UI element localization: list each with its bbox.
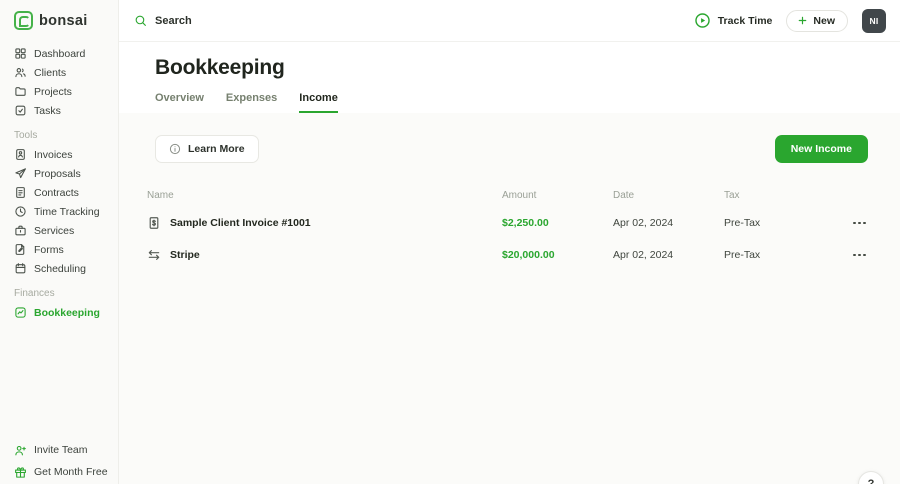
column-header-name: Name bbox=[147, 190, 174, 201]
table-row[interactable]: Stripe $20,000.00 Apr 02, 2024 Pre-Tax bbox=[147, 239, 868, 271]
sidebar-item-label: Clients bbox=[34, 66, 67, 79]
bonsai-logo[interactable]: bonsai bbox=[14, 11, 112, 30]
invoice-badge-icon bbox=[16, 149, 25, 160]
folder-icon bbox=[15, 87, 26, 96]
track-time-button[interactable]: Track Time bbox=[694, 12, 773, 29]
plus-icon bbox=[799, 16, 807, 25]
row-menu-icon[interactable] bbox=[851, 218, 868, 229]
table-header-row: Name Amount Date Tax bbox=[147, 184, 868, 207]
bonsai-logo-icon bbox=[14, 11, 33, 30]
tab-bar: Overview Expenses Income bbox=[155, 92, 864, 113]
sidebar-item-label: Bookkeeping bbox=[34, 306, 100, 319]
form-page-icon bbox=[15, 244, 25, 255]
sidebar-item-projects[interactable]: Projects bbox=[14, 82, 112, 101]
income-panel: Learn More New Income Name Amount Date T… bbox=[119, 113, 900, 484]
search-icon bbox=[135, 15, 146, 26]
invoice-document-icon bbox=[149, 217, 159, 229]
calendar-icon bbox=[15, 263, 26, 274]
main-area: Search Track Time New NI Bookkeeping Ove… bbox=[119, 0, 900, 484]
sidebar-item-label: Invite Team bbox=[34, 444, 88, 456]
topbar: Search Track Time New NI bbox=[119, 0, 900, 42]
page-title: Bookkeeping bbox=[155, 56, 285, 79]
briefcase-icon bbox=[15, 225, 26, 236]
paper-plane-icon bbox=[15, 168, 26, 179]
new-button-label: New bbox=[813, 14, 835, 27]
sidebar-item-tasks[interactable]: Tasks bbox=[14, 101, 112, 120]
column-header-tax: Tax bbox=[724, 190, 740, 201]
transfer-arrows-icon bbox=[148, 250, 160, 260]
check-square-icon bbox=[15, 105, 26, 116]
income-date: Apr 02, 2024 bbox=[613, 249, 674, 261]
learn-more-label: Learn More bbox=[188, 143, 245, 155]
sidebar-item-clients[interactable]: Clients bbox=[14, 63, 112, 82]
sidebar-item-label: Tasks bbox=[34, 104, 61, 117]
sidebar-item-bookkeeping[interactable]: Bookkeeping bbox=[14, 303, 112, 322]
sidebar-item-label: Dashboard bbox=[34, 47, 86, 60]
sidebar-section-finances: Finances bbox=[14, 288, 55, 299]
actions-row: Learn More New Income bbox=[147, 135, 868, 163]
play-circle-icon bbox=[694, 13, 710, 28]
income-table: Name Amount Date Tax Sample Client Invoi… bbox=[147, 184, 868, 271]
search-input[interactable]: Search bbox=[134, 14, 192, 27]
chart-square-icon bbox=[15, 307, 26, 318]
new-income-button[interactable]: New Income bbox=[774, 135, 868, 163]
table-row[interactable]: Sample Client Invoice #1001 $2,250.00 Ap… bbox=[147, 207, 868, 239]
person-plus-icon bbox=[15, 445, 26, 455]
page-header: Bookkeeping Overview Expenses Income bbox=[119, 42, 900, 113]
sidebar-item-label: Projects bbox=[34, 85, 72, 98]
sidebar-item-scheduling[interactable]: Scheduling bbox=[14, 259, 112, 278]
sidebar-item-services[interactable]: Services bbox=[14, 221, 112, 240]
clock-icon bbox=[15, 206, 26, 217]
learn-more-button[interactable]: Learn More bbox=[155, 135, 259, 163]
income-date: Apr 02, 2024 bbox=[613, 217, 674, 229]
search-placeholder: Search bbox=[155, 14, 192, 27]
brand-name: bonsai bbox=[39, 12, 88, 29]
sidebar-footer: Invite Team Get Month Free bbox=[14, 440, 112, 484]
sidebar-item-invoices[interactable]: Invoices bbox=[14, 145, 112, 164]
tab-overview[interactable]: Overview bbox=[155, 92, 204, 113]
sidebar-item-get-month-free[interactable]: Get Month Free bbox=[14, 462, 112, 482]
tab-expenses[interactable]: Expenses bbox=[226, 92, 277, 113]
income-amount: $2,250.00 bbox=[502, 217, 549, 229]
sidebar-item-invite-team[interactable]: Invite Team bbox=[14, 440, 112, 460]
income-tax: Pre-Tax bbox=[724, 217, 761, 229]
column-header-amount: Amount bbox=[502, 190, 537, 201]
sidebar-item-proposals[interactable]: Proposals bbox=[14, 164, 112, 183]
column-header-date: Date bbox=[613, 190, 635, 201]
topbar-actions: Track Time New NI bbox=[694, 8, 886, 33]
sidebar-item-label: Forms bbox=[34, 243, 64, 256]
row-menu-icon[interactable] bbox=[851, 250, 868, 261]
tab-income[interactable]: Income bbox=[299, 92, 338, 113]
clients-icon bbox=[15, 68, 26, 78]
sidebar-item-dashboard[interactable]: Dashboard bbox=[14, 44, 112, 63]
sidebar-item-label: Contracts bbox=[34, 186, 79, 199]
gift-icon bbox=[15, 466, 26, 478]
sidebar-item-label: Time Tracking bbox=[34, 205, 100, 218]
dashboard-icon bbox=[15, 48, 26, 59]
info-icon bbox=[169, 143, 181, 155]
sidebar-item-contracts[interactable]: Contracts bbox=[14, 183, 112, 202]
income-name: Stripe bbox=[170, 249, 200, 261]
sidebar-section-tools: Tools bbox=[14, 130, 38, 141]
track-time-label: Track Time bbox=[717, 14, 773, 27]
bonsai-app-window: bonsai Dashboard Clients Projects Tasks … bbox=[0, 0, 900, 484]
income-name: Sample Client Invoice #1001 bbox=[170, 217, 311, 229]
sidebar-item-label: Invoices bbox=[34, 148, 73, 161]
document-icon bbox=[16, 187, 25, 198]
sidebar-item-label: Proposals bbox=[34, 167, 81, 180]
sidebar-item-label: Get Month Free bbox=[34, 466, 108, 478]
income-tax: Pre-Tax bbox=[724, 249, 761, 261]
sidebar-item-forms[interactable]: Forms bbox=[14, 240, 112, 259]
sidebar-item-time-tracking[interactable]: Time Tracking bbox=[14, 202, 112, 221]
new-button[interactable]: New bbox=[786, 9, 848, 32]
sidebar: bonsai Dashboard Clients Projects Tasks … bbox=[0, 0, 119, 484]
sidebar-item-label: Services bbox=[34, 224, 75, 237]
avatar[interactable]: NI bbox=[862, 8, 886, 33]
sidebar-item-label: Scheduling bbox=[34, 262, 86, 275]
income-amount: $20,000.00 bbox=[502, 249, 555, 261]
